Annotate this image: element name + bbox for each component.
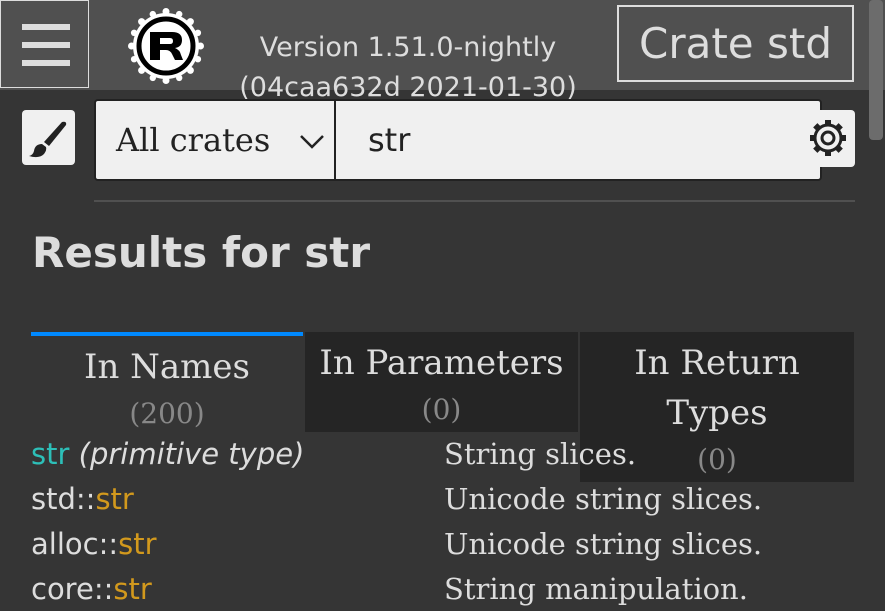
rust-logo-icon[interactable] [128,8,204,84]
tab-in-names[interactable]: In Names (200) [31,332,303,432]
result-description: Unicode string slices. [444,482,763,516]
version-info: Version 1.51.0-nightly (04caa632d 2021-0… [216,28,600,108]
result-row[interactable]: std::str Unicode string slices. [31,477,762,521]
result-path: std:: [31,482,96,516]
menu-button[interactable] [0,0,89,88]
search-input[interactable]: str [368,101,410,179]
gear-icon [810,120,846,156]
result-name[interactable]: str [95,482,133,516]
tab-count: (0) [421,393,462,426]
tab-in-parameters[interactable]: In Parameters (0) [305,332,578,432]
crate-filter-select[interactable]: All crates [96,101,336,179]
hamburger-icon-bar [22,60,70,66]
tab-label: In Names [84,347,250,387]
crate-filter-value: All crates [116,121,271,159]
search-bar: All crates str [94,99,822,181]
result-name[interactable]: str [118,527,156,561]
tab-count: (200) [129,397,205,430]
result-kind: (primitive type) [69,437,305,471]
crate-link-button[interactable]: Crate std [617,5,854,82]
paintbrush-icon [29,121,67,158]
top-bar: Version 1.51.0-nightly (04caa632d 2021-0… [0,0,885,103]
result-description: String slices. [444,437,637,471]
settings-button[interactable] [801,110,855,167]
page-title: Results for str [32,228,371,277]
chevron-down-icon [300,135,324,149]
scrollbar-thumb[interactable] [869,0,883,140]
version-number: Version 1.51.0-nightly [259,32,557,63]
theme-picker-button[interactable] [22,110,75,165]
result-row[interactable]: alloc::str Unicode string slices. [31,522,762,566]
result-name[interactable]: str [113,572,151,606]
result-description: Unicode string slices. [444,527,763,561]
result-description: String manipulation. [444,572,748,606]
hamburger-icon-bar [22,42,70,48]
tab-label: In Parameters [319,343,564,383]
result-row[interactable]: core::str String manipulation. [31,567,748,611]
header-divider [94,200,855,202]
result-name[interactable]: str [31,437,69,471]
tab-label: Types [666,393,768,433]
result-path: core:: [31,572,114,606]
result-row[interactable]: str (primitive type) String slices. [31,432,636,476]
result-path: alloc:: [31,527,119,561]
hamburger-icon-bar [22,24,70,30]
tab-label: In Return [634,343,800,383]
